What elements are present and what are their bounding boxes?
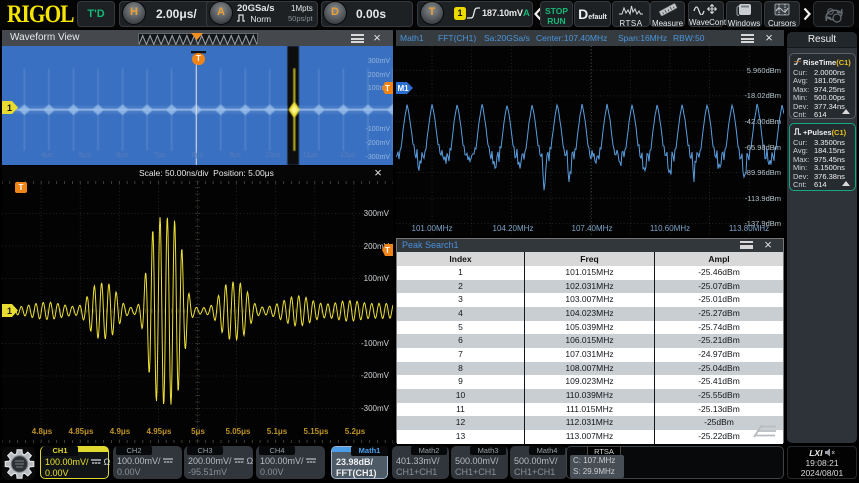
svg-text:T: T: [385, 246, 390, 255]
svg-text:M1: M1: [398, 84, 410, 93]
svg-text:T: T: [385, 84, 390, 93]
svg-text:1: 1: [7, 103, 12, 113]
svg-text:1: 1: [7, 306, 12, 316]
